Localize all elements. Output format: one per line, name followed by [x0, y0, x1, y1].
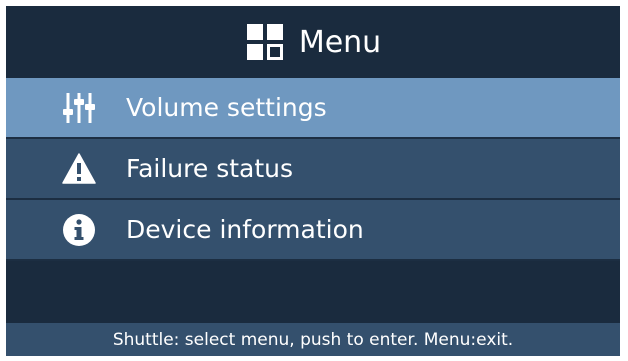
sliders-icon	[63, 92, 95, 123]
menu-item-label: Volume settings	[126, 93, 327, 122]
title-bar: Menu	[6, 6, 620, 78]
empty-menu-area	[6, 261, 620, 323]
menu-item-device-information[interactable]: Device information	[6, 200, 620, 261]
grid-menu-icon	[246, 24, 283, 60]
device-screen: Menu Volume settings Failure status Devi…	[6, 6, 620, 356]
menu-list: Volume settings Failure status Device in…	[6, 78, 620, 261]
menu-item-label: Device information	[126, 215, 364, 244]
status-bar: Shuttle: select menu, push to enter. Men…	[6, 323, 620, 356]
page-title: Menu	[298, 24, 382, 60]
menu-item-label: Failure status	[126, 154, 294, 183]
footer-hint: Shuttle: select menu, push to enter. Men…	[112, 329, 514, 350]
info-icon	[63, 213, 95, 246]
warning-icon	[62, 152, 96, 184]
menu-item-volume-settings[interactable]: Volume settings	[6, 78, 620, 139]
menu-item-failure-status[interactable]: Failure status	[6, 139, 620, 200]
